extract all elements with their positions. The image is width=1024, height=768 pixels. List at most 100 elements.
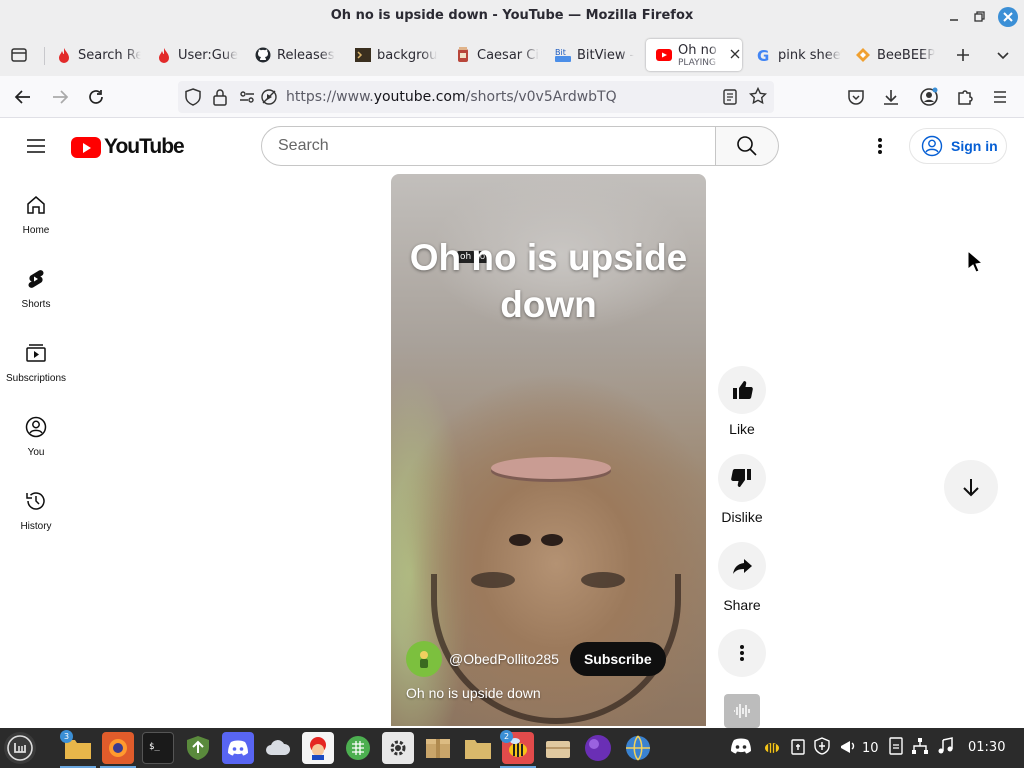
svg-text:G: G — [757, 47, 769, 63]
search-button[interactable] — [716, 126, 779, 166]
terminal-icon: $_ — [149, 742, 160, 752]
next-short-button[interactable] — [944, 460, 998, 514]
autoplay-blocked-icon[interactable] — [260, 88, 278, 110]
music-tray-icon[interactable] — [937, 737, 953, 759]
taskbar-settings[interactable] — [382, 732, 414, 764]
guide-item-subscriptions[interactable]: Subscriptions — [0, 341, 72, 407]
globe-icon — [626, 735, 650, 761]
app-menu-button[interactable] — [987, 84, 1013, 110]
reload-button[interactable] — [83, 84, 109, 110]
svg-text:$_: $_ — [149, 742, 160, 752]
taskbar-archive-3[interactable] — [542, 732, 574, 764]
notification-count[interactable]: 10 — [862, 741, 879, 756]
channel-avatar[interactable] — [406, 641, 442, 677]
youtube-logo[interactable]: YouTube — [71, 135, 185, 159]
tab-background[interactable]: backgrou — [345, 39, 445, 71]
youtube-play-logo-icon — [71, 136, 101, 158]
tab-beebeep[interactable]: BeeBEEP — [845, 39, 945, 71]
new-tab-button[interactable] — [950, 42, 976, 68]
share-action: Share — [718, 542, 766, 613]
lock-icon[interactable] — [212, 88, 228, 110]
more-actions-button[interactable] — [718, 629, 766, 677]
dislike-button[interactable] — [718, 454, 766, 502]
more-vert-icon — [878, 138, 882, 154]
taskbar-files[interactable]: 3 — [60, 730, 94, 764]
taskbar-beebeep[interactable]: 2 — [500, 730, 534, 764]
flame-icon — [56, 47, 72, 63]
short-video-player[interactable]: oh no Oh no is upside down @ObedPollito2… — [391, 174, 706, 726]
guide-item-home[interactable]: Home — [0, 193, 72, 259]
taskbar-spreadsheet[interactable] — [342, 732, 374, 764]
channel-name[interactable]: @ObedPollito285 — [449, 651, 559, 667]
taskbar-archive-1[interactable] — [422, 732, 454, 764]
taskbar-update-manager[interactable] — [182, 732, 214, 764]
taskbar-purple-app[interactable] — [582, 732, 614, 764]
shield-update-icon — [187, 736, 209, 760]
taskbar-discord[interactable] — [222, 732, 254, 764]
sound-pivot-button[interactable] — [724, 694, 760, 728]
url-text[interactable]: https://www.youtube.com/shorts/v0v5Ardwb… — [286, 89, 617, 105]
search-icon — [737, 136, 757, 156]
close-icon — [730, 49, 740, 58]
video-description[interactable]: Oh no is upside down — [406, 685, 541, 701]
taskbar-network-app[interactable] — [622, 732, 654, 764]
start-menu-button[interactable] — [4, 732, 36, 764]
pocket-button[interactable] — [843, 84, 869, 110]
tab-caesar[interactable]: Caesar Ci — [445, 39, 545, 71]
guide-item-you[interactable]: You — [0, 415, 72, 481]
guide-item-shorts[interactable]: Shorts — [0, 267, 72, 333]
guide-menu-button[interactable] — [24, 134, 48, 158]
url-bar[interactable]: https://www.youtube.com/shorts/v0v5Ardwb… — [178, 81, 774, 113]
forward-button[interactable] — [47, 84, 73, 110]
search-box — [261, 126, 779, 166]
tab-google-pink-sheet[interactable]: G pink shee — [746, 39, 846, 71]
bee-tray-icon[interactable] — [762, 737, 782, 759]
maximize-button[interactable] — [969, 7, 989, 27]
minimize-button[interactable] — [944, 7, 964, 27]
guide-item-history[interactable]: History — [0, 489, 72, 555]
back-arrow-icon — [14, 90, 30, 104]
tab-youtube-playing[interactable]: Oh no PLAYING — [646, 39, 742, 71]
downloads-button[interactable] — [878, 84, 904, 110]
firefox-icon — [109, 739, 127, 757]
taskbar-archive-2[interactable] — [462, 732, 494, 764]
document-tray-icon[interactable] — [888, 737, 903, 759]
extensions-button[interactable] — [952, 84, 978, 110]
taskbar-cloud-app[interactable] — [262, 732, 294, 764]
chevron-down-icon — [997, 52, 1009, 60]
share-button[interactable] — [718, 542, 766, 590]
back-button[interactable] — [10, 84, 36, 110]
shield-tray-icon[interactable] — [814, 737, 830, 759]
bookmark-star-icon[interactable] — [748, 86, 768, 109]
window-titlebar: Oh no is upside down - YouTube — Mozilla… — [0, 0, 1024, 34]
search-input[interactable] — [261, 126, 716, 166]
firefox-view-button[interactable] — [6, 42, 32, 68]
taskbar: 3 $_ 2 10 01:30 — [0, 728, 1024, 768]
permissions-icon[interactable] — [238, 88, 256, 110]
list-all-tabs-button[interactable] — [990, 42, 1016, 68]
svg-text:Bit: Bit — [555, 48, 566, 57]
tab-user-guest[interactable]: User:Gue — [146, 39, 241, 71]
notifications-tray-icon[interactable] — [838, 737, 856, 759]
account-button[interactable] — [916, 84, 942, 110]
tab-bitview[interactable]: Bit BitView - — [545, 39, 645, 71]
settings-menu-button[interactable] — [868, 134, 892, 158]
taskbar-mario-game[interactable] — [302, 732, 334, 764]
like-button[interactable] — [718, 366, 766, 414]
tab-search[interactable]: Search Re — [46, 39, 141, 71]
taskbar-clock[interactable]: 01:30 — [968, 740, 1005, 755]
reader-view-icon[interactable] — [722, 88, 738, 110]
taskbar-firefox[interactable] — [102, 732, 134, 764]
firefox-view-icon — [11, 48, 27, 62]
sign-in-button[interactable]: Sign in — [909, 128, 1007, 164]
subscribe-button[interactable]: Subscribe — [569, 642, 666, 676]
clipboard-tray-icon[interactable] — [790, 737, 806, 759]
discord-tray-icon[interactable] — [730, 738, 752, 758]
close-window-button[interactable] — [998, 7, 1018, 27]
shield-icon[interactable] — [184, 88, 202, 110]
hamburger-menu-icon — [27, 139, 45, 153]
tab-releases[interactable]: Releases — [245, 39, 345, 71]
close-tab-button[interactable] — [730, 48, 740, 63]
taskbar-terminal[interactable]: $_ — [142, 732, 174, 764]
network-tray-icon[interactable] — [911, 737, 929, 759]
